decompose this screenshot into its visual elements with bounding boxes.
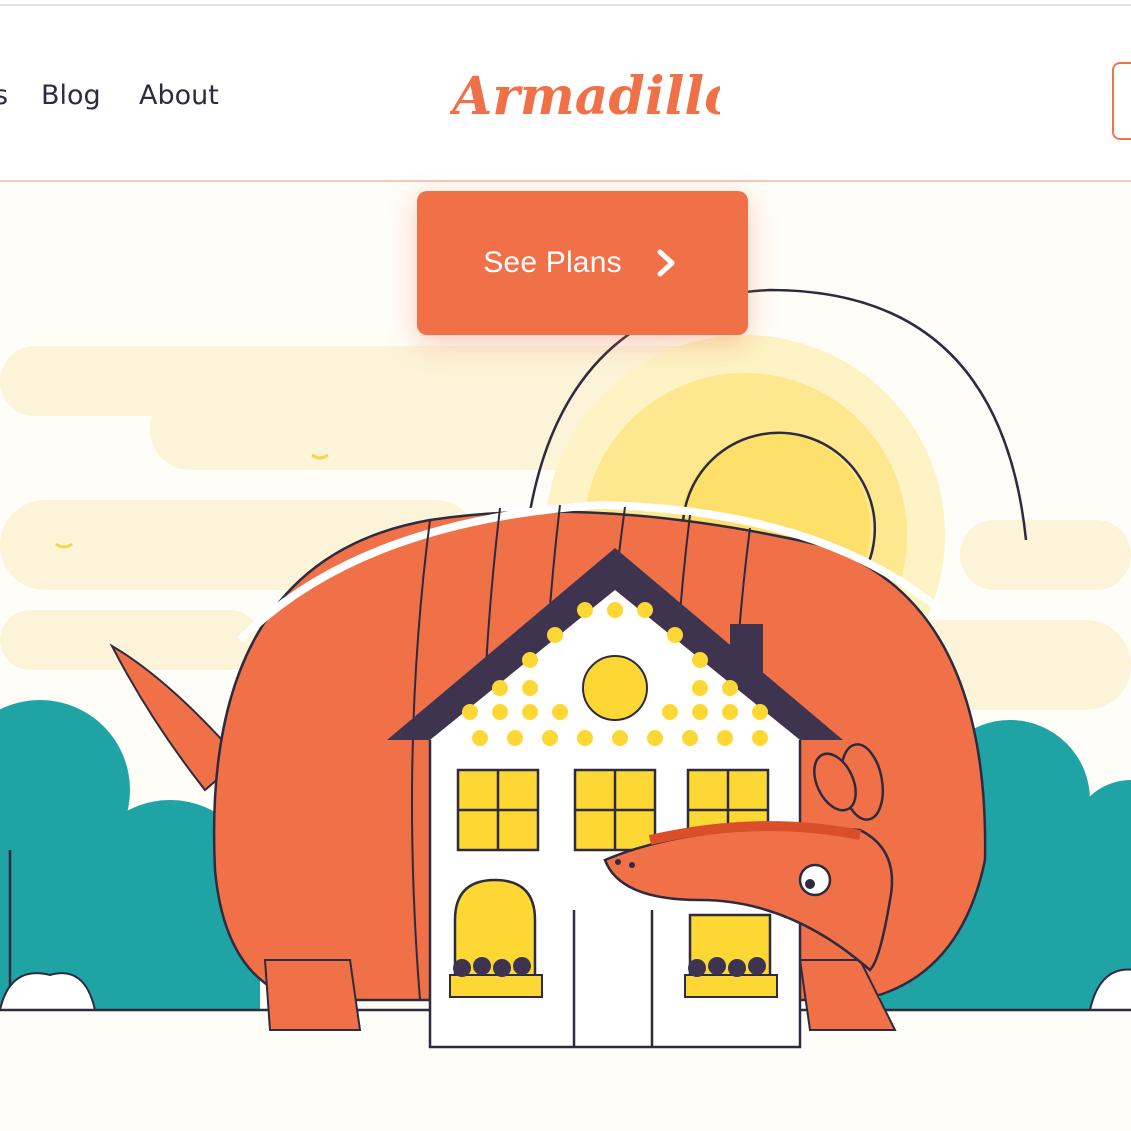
header-button-partial[interactable]	[1112, 62, 1131, 140]
see-plans-label: See Plans	[483, 246, 622, 279]
site-header: s Blog About Armadillo	[0, 6, 1131, 182]
nav-link-about[interactable]: About	[139, 80, 219, 111]
nav-link-partial[interactable]: s	[0, 80, 8, 111]
nav-link-blog[interactable]: Blog	[41, 80, 101, 111]
see-plans-button[interactable]: See Plans	[417, 191, 748, 335]
chevron-right-icon	[657, 249, 675, 277]
site-logo[interactable]: Armadillo	[447, 56, 739, 136]
logo-text: Armadillo	[450, 66, 720, 127]
